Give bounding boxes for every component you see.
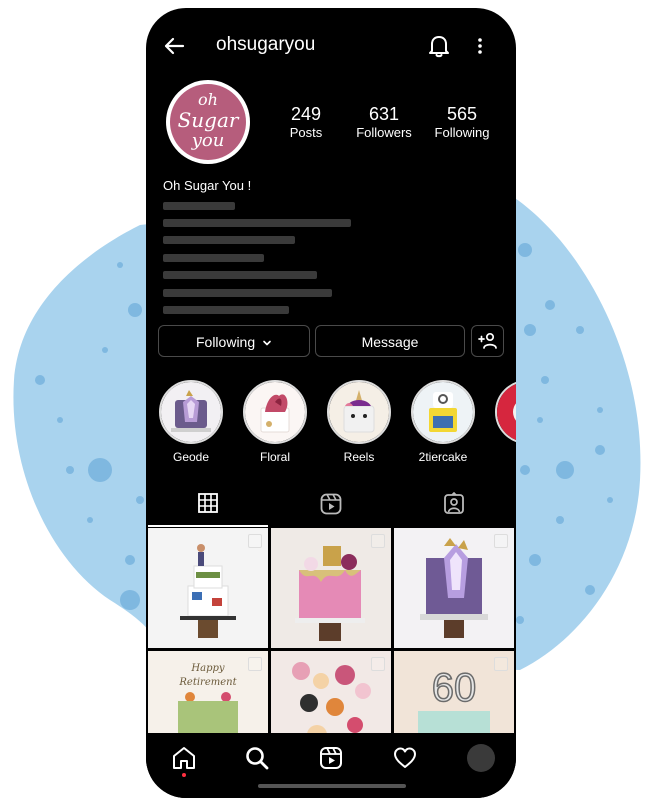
bell-icon[interactable]	[428, 34, 450, 58]
bio-placeholder-line	[163, 219, 351, 227]
more-vertical-icon[interactable]	[472, 34, 488, 58]
bio-placeholder-line	[163, 306, 289, 314]
profile-avatar-icon[interactable]	[467, 744, 495, 772]
multi-select-indicator	[494, 657, 508, 671]
reels-icon[interactable]	[318, 745, 344, 771]
post-thumbnail[interactable]	[148, 528, 268, 648]
profile-username: ohsugaryou	[216, 34, 316, 55]
heart-icon[interactable]	[392, 745, 418, 771]
highlight-label: Vd	[495, 450, 516, 464]
arrow-left-icon[interactable]	[162, 34, 186, 58]
bio-placeholder-line	[163, 202, 235, 210]
bio-placeholder-line	[163, 236, 295, 244]
add-user-button[interactable]	[471, 325, 504, 357]
add-person-icon	[477, 332, 497, 349]
stat-followers-label: Followers	[356, 125, 412, 140]
stat-following-count: 565	[446, 104, 478, 124]
top-bar: ohsugaryou	[146, 8, 516, 80]
post-grid: Happy Retirement 60	[148, 528, 514, 733]
multi-select-indicator	[371, 534, 385, 548]
stat-following[interactable]: 565 Following	[422, 104, 502, 142]
bio-name: Oh Sugar You !	[163, 178, 252, 193]
notification-dot	[182, 773, 186, 777]
highlight-label: 2tiercake	[418, 450, 468, 464]
reels-icon	[320, 493, 342, 515]
home-icon[interactable]	[171, 745, 197, 771]
highlight-reels[interactable]: Reels	[327, 380, 391, 464]
bio-placeholder-line	[163, 271, 317, 279]
post-thumbnail[interactable]: Happy Retirement	[148, 651, 268, 733]
stat-followers[interactable]: 631 Followers	[344, 104, 424, 142]
multi-select-indicator	[248, 657, 262, 671]
message-button[interactable]: Message	[315, 325, 465, 357]
tagged-icon	[444, 492, 464, 514]
stat-following-label: Following	[434, 125, 490, 140]
highlight-vd[interactable]: Vd	[495, 380, 516, 464]
svg-text:60: 60	[432, 666, 477, 710]
highlight-label: Floral	[259, 450, 290, 464]
brand-logo: oh Sugar you	[170, 84, 246, 160]
logo-text-oh: oh	[198, 90, 218, 109]
post-thumbnail[interactable]	[271, 528, 391, 648]
svg-text:Retirement: Retirement	[178, 677, 237, 688]
highlight-thumbnail	[495, 380, 516, 444]
svg-text:Happy: Happy	[190, 663, 224, 674]
highlight-geode[interactable]: Geode	[159, 380, 223, 464]
active-tab-indicator	[148, 525, 268, 527]
stat-posts-count: 249	[290, 104, 322, 124]
bio-placeholder-line	[163, 289, 332, 297]
following-button-label: Following	[195, 334, 256, 350]
post-thumbnail[interactable]: 60	[394, 651, 514, 733]
stat-followers-count: 631	[368, 104, 400, 124]
highlight-label: Geode	[172, 450, 210, 464]
highlight-floral[interactable]: Floral	[243, 380, 307, 464]
logo-text-sugar: Sugar	[177, 108, 239, 132]
multi-select-indicator	[248, 534, 262, 548]
tab-reels[interactable]	[269, 484, 392, 528]
highlight-thumbnail	[159, 380, 223, 444]
tab-tagged[interactable]	[392, 484, 515, 528]
highlight-thumbnail	[243, 380, 307, 444]
stat-posts[interactable]: 249 Posts	[266, 104, 346, 142]
bio-placeholder-line	[163, 254, 264, 262]
stat-posts-label: Posts	[289, 125, 323, 140]
logo-text-you: you	[191, 130, 225, 151]
post-thumbnail[interactable]	[394, 528, 514, 648]
chevron-down-icon	[263, 340, 271, 346]
profile-tabs	[146, 484, 516, 528]
multi-select-indicator	[494, 534, 508, 548]
grid-icon	[198, 493, 218, 513]
highlight-thumbnail	[327, 380, 391, 444]
highlight-2tiercake[interactable]: 2tiercake	[411, 380, 475, 464]
search-icon[interactable]	[244, 745, 270, 771]
home-indicator	[258, 784, 406, 788]
multi-select-indicator	[371, 657, 385, 671]
following-button[interactable]: Following	[158, 325, 310, 357]
phone-frame: ohsugaryou oh Sugar you 249 Posts 631 Fo…	[146, 8, 516, 798]
highlight-thumbnail	[411, 380, 475, 444]
post-thumbnail[interactable]	[271, 651, 391, 733]
tab-grid[interactable]	[146, 484, 269, 528]
bottom-navigation	[146, 733, 516, 798]
profile-avatar[interactable]: oh Sugar you	[166, 80, 250, 164]
highlight-label: Reels	[343, 450, 375, 464]
